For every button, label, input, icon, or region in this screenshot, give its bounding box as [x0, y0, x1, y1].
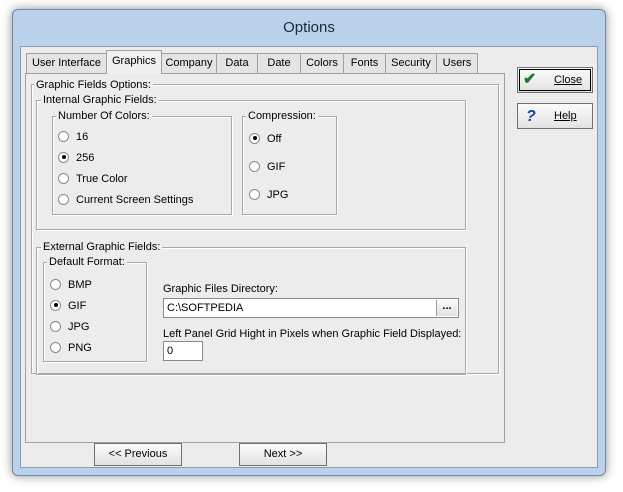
- radio-circle-icon: [58, 193, 69, 205]
- external-graphic-fields-group: External Graphic Fields: Default Format:…: [36, 241, 466, 375]
- help-button[interactable]: ? Help: [517, 103, 593, 129]
- format-radio-jpg[interactable]: JPG: [50, 319, 89, 335]
- tab-users[interactable]: Users: [436, 53, 478, 73]
- colors-radio-256[interactable]: 256: [58, 150, 94, 166]
- radio-circle-icon: [50, 299, 61, 311]
- next-button[interactable]: Next >>: [239, 443, 327, 466]
- radio-circle-icon: [58, 130, 69, 142]
- format-radio-png[interactable]: PNG: [50, 340, 92, 356]
- tab-user-interface[interactable]: User Interface: [26, 53, 107, 73]
- previous-button[interactable]: << Previous: [94, 443, 182, 466]
- compression-group: Compression: Off GIF JPG: [242, 110, 337, 215]
- graphic-fields-options-legend: Graphic Fields Options:: [34, 79, 153, 92]
- colors-radio-true-color[interactable]: True Color: [58, 171, 128, 187]
- graphic-files-directory-label: Graphic Files Directory:: [163, 283, 278, 295]
- options-window: Options User Interface Graphics Company …: [12, 9, 606, 476]
- browse-button[interactable]: ...: [436, 300, 457, 316]
- tab-graphics[interactable]: Graphics: [106, 50, 162, 74]
- question-icon: ?: [526, 108, 536, 125]
- internal-graphic-fields-group: Internal Graphic Fields: Number Of Color…: [36, 94, 466, 230]
- radio-circle-icon: [50, 320, 61, 332]
- radio-circle-icon: [249, 132, 260, 144]
- navigation-bar: << Previous Next >>: [21, 443, 501, 466]
- graphic-fields-options-group: Graphic Fields Options: Internal Graphic…: [31, 79, 499, 375]
- tab-security[interactable]: Security: [385, 53, 437, 73]
- directory-value: C:\SOFTPEDIA: [167, 302, 244, 314]
- close-button[interactable]: ✔ Close: [517, 67, 593, 93]
- tab-company[interactable]: Company: [161, 53, 217, 73]
- compression-radio-jpg[interactable]: JPG: [249, 187, 288, 203]
- colors-radio-current-screen[interactable]: Current Screen Settings: [58, 192, 193, 208]
- tab-colors[interactable]: Colors: [300, 53, 344, 73]
- number-of-colors-legend: Number Of Colors:: [56, 110, 152, 123]
- format-radio-gif[interactable]: GIF: [50, 298, 86, 314]
- tab-fonts[interactable]: Fonts: [343, 53, 386, 73]
- close-button-label: Close: [554, 74, 583, 86]
- external-graphic-fields-legend: External Graphic Fields:: [41, 241, 163, 254]
- radio-circle-icon: [249, 160, 260, 172]
- tab-data[interactable]: Data: [216, 53, 258, 73]
- format-radio-bmp[interactable]: BMP: [50, 277, 92, 293]
- radio-circle-icon: [58, 151, 69, 163]
- window-title: Options: [283, 19, 335, 36]
- compression-legend: Compression:: [246, 110, 318, 123]
- help-button-label: Help: [554, 110, 577, 122]
- dialog-client-area: User Interface Graphics Company Data Dat…: [20, 46, 598, 468]
- radio-circle-icon: [50, 341, 61, 353]
- compression-radio-off[interactable]: Off: [249, 131, 281, 147]
- radio-circle-icon: [249, 188, 260, 200]
- compression-radio-gif[interactable]: GIF: [249, 159, 285, 175]
- radio-circle-icon: [50, 278, 61, 290]
- radio-circle-icon: [58, 172, 69, 184]
- colors-radio-16[interactable]: 16: [58, 129, 88, 145]
- checkmark-icon: ✔: [523, 71, 537, 88]
- grid-height-input[interactable]: 0: [163, 341, 203, 361]
- graphic-files-directory-input[interactable]: C:\SOFTPEDIA ...: [163, 298, 459, 318]
- graphics-tab-panel: Graphic Fields Options: Internal Graphic…: [25, 73, 505, 443]
- tab-date[interactable]: Date: [257, 53, 301, 73]
- internal-graphic-fields-legend: Internal Graphic Fields:: [41, 94, 159, 107]
- default-format-legend: Default Format:: [47, 256, 127, 269]
- default-format-group: Default Format: BMP GIF JPG PNG: [43, 256, 147, 362]
- grid-height-label: Left Panel Grid Hight in Pixels when Gra…: [163, 328, 462, 340]
- number-of-colors-group: Number Of Colors: 16 256 True Color Curr…: [52, 110, 232, 215]
